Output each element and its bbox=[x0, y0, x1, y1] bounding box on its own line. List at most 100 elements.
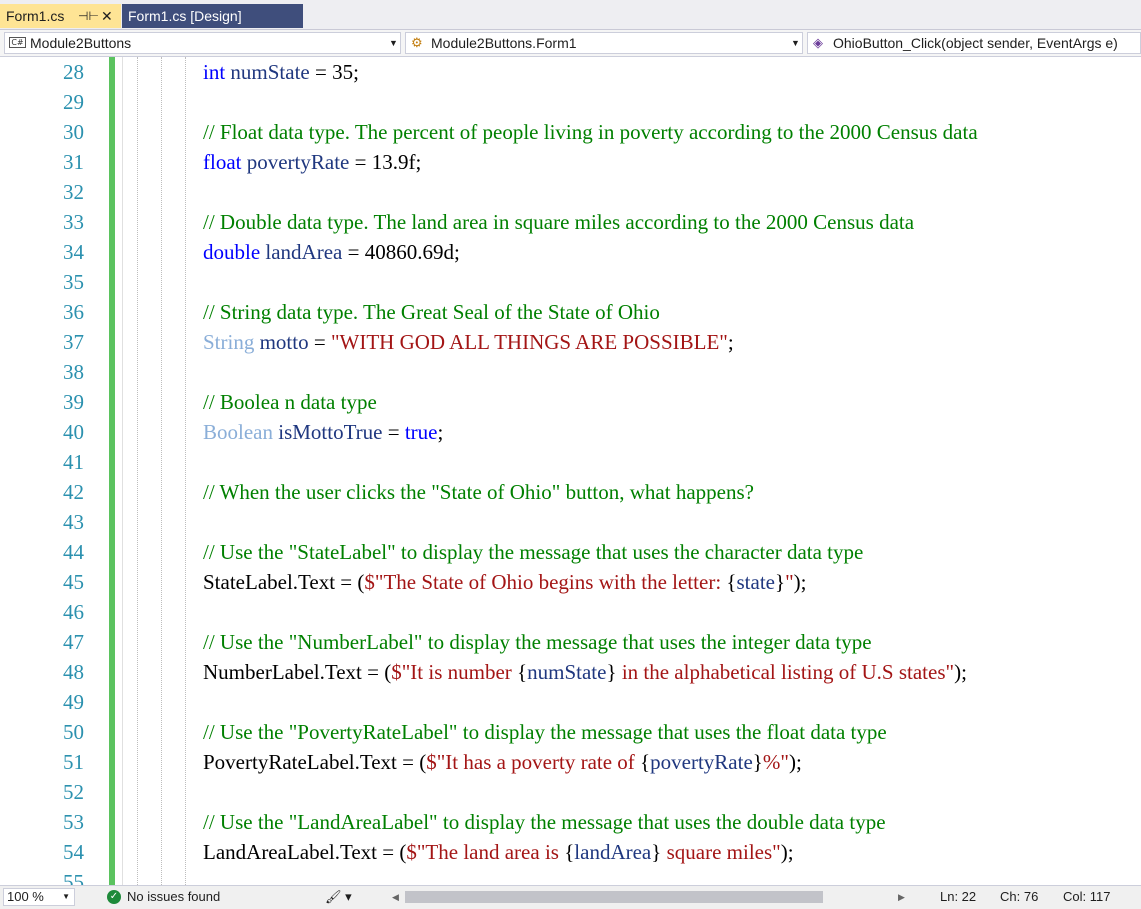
code-line[interactable]: 33 // Double data type. The land area in … bbox=[0, 207, 1141, 237]
code-line[interactable]: 46 bbox=[0, 597, 1141, 627]
code-token: int bbox=[203, 60, 226, 84]
line-number: 35 bbox=[63, 270, 84, 294]
pin-icon[interactable]: ⊣⊢ bbox=[78, 4, 99, 28]
code-line[interactable]: 47 // Use the "NumberLabel" to display th… bbox=[0, 627, 1141, 657]
code-token: ); bbox=[788, 750, 802, 774]
code-editor[interactable]: 28 int numState = 35; 29 30 // Float data ty… bbox=[0, 57, 1141, 885]
scroll-left-icon[interactable]: ◀ bbox=[392, 886, 399, 908]
line-number: 53 bbox=[63, 810, 84, 834]
code-text: // Use the "NumberLabel" to display the … bbox=[203, 627, 872, 657]
code-text: // Boolea n data type bbox=[203, 387, 377, 417]
code-line[interactable]: 48 NumberLabel.Text = ($"It is number {nu… bbox=[0, 657, 1141, 687]
line-number: 31 bbox=[63, 150, 84, 174]
code-line[interactable]: 42 // When the user clicks the "State of … bbox=[0, 477, 1141, 507]
class-dropdown[interactable]: ⚙ Module2Buttons.Form1 ▼ bbox=[405, 32, 803, 54]
line-number: 39 bbox=[63, 390, 84, 414]
code-token: ; bbox=[727, 330, 734, 354]
code-line[interactable]: 38 bbox=[0, 357, 1141, 387]
code-line[interactable]: 51 PovertyRateLabel.Text = ($"It has a po… bbox=[0, 747, 1141, 777]
char-indicator[interactable]: Ch: 76 bbox=[1000, 886, 1038, 908]
line-number: 50 bbox=[63, 720, 84, 744]
code-line[interactable]: 32 bbox=[0, 177, 1141, 207]
project-name: Module2Buttons bbox=[30, 35, 132, 51]
code-line[interactable]: 55 bbox=[0, 867, 1141, 885]
code-line[interactable]: 43 bbox=[0, 507, 1141, 537]
line-number: 47 bbox=[63, 630, 84, 654]
code-token: " bbox=[785, 570, 794, 594]
code-line[interactable]: 49 bbox=[0, 687, 1141, 717]
code-token: "WITH GOD ALL THINGS ARE POSSIBLE" bbox=[330, 330, 728, 354]
issues-label: No issues found bbox=[127, 889, 221, 904]
code-token: { bbox=[640, 750, 651, 774]
code-line[interactable]: 37 String motto = "WITH GOD ALL THINGS AR… bbox=[0, 327, 1141, 357]
code-token: StateLabel.Text = ( bbox=[203, 570, 365, 594]
code-text: // String data type. The Great Seal of t… bbox=[203, 297, 660, 327]
line-number: 34 bbox=[63, 240, 84, 264]
code-token: Boolean bbox=[203, 420, 273, 444]
zoom-dropdown[interactable]: 100 % ▼ bbox=[3, 888, 75, 906]
code-token: ); bbox=[793, 570, 807, 594]
line-indicator[interactable]: Ln: 22 bbox=[940, 886, 976, 908]
method-icon: ◈ bbox=[813, 35, 823, 50]
line-number: 46 bbox=[63, 600, 84, 624]
code-token: numState bbox=[527, 660, 607, 684]
class-name: Module2Buttons.Form1 bbox=[431, 35, 577, 51]
code-text: // Use the "LandAreaLabel" to display th… bbox=[203, 807, 886, 837]
column-indicator[interactable]: Col: 117 bbox=[1063, 886, 1110, 908]
code-token: } bbox=[606, 660, 617, 684]
line-number: 38 bbox=[63, 360, 84, 384]
code-token: // String data type. The Great Seal of t… bbox=[203, 300, 660, 324]
csharp-project-icon: C# bbox=[9, 37, 26, 48]
chevron-down-icon: ▼ bbox=[62, 892, 70, 901]
code-text: PovertyRateLabel.Text = ($"It has a pove… bbox=[203, 747, 802, 777]
code-token: = 13.9f; bbox=[349, 150, 422, 174]
code-text: int numState = 35; bbox=[203, 57, 359, 87]
code-token: } bbox=[774, 570, 786, 594]
code-token: in the alphabetical listing of U.S state… bbox=[616, 660, 955, 684]
code-line[interactable]: 31 float povertyRate = 13.9f; bbox=[0, 147, 1141, 177]
scroll-right-icon[interactable]: ▶ bbox=[898, 886, 905, 908]
code-cleanup-icon[interactable]: 🖌 ▾ bbox=[325, 886, 352, 908]
code-line[interactable]: 44 // Use the "StateLabel" to display the… bbox=[0, 537, 1141, 567]
line-number: 30 bbox=[63, 120, 84, 144]
code-token: NumberLabel.Text = ( bbox=[203, 660, 392, 684]
code-line[interactable]: 39 // Boolea n data type bbox=[0, 387, 1141, 417]
code-line[interactable]: 29 bbox=[0, 87, 1141, 117]
code-text: Boolean isMottoTrue = true; bbox=[203, 417, 443, 447]
check-circle-icon: ✓ bbox=[107, 890, 121, 904]
chevron-down-icon: ▼ bbox=[791, 38, 800, 48]
code-line[interactable]: 28 int numState = 35; bbox=[0, 57, 1141, 87]
tab-form1-cs[interactable]: Form1.cs ⊣⊢ ✕ bbox=[0, 4, 121, 28]
code-token: // Float data type. The percent of peopl… bbox=[203, 120, 978, 144]
code-line[interactable]: 30 // Float data type. The percent of peo… bbox=[0, 117, 1141, 147]
code-line[interactable]: 41 bbox=[0, 447, 1141, 477]
code-line[interactable]: 53 // Use the "LandAreaLabel" to display … bbox=[0, 807, 1141, 837]
line-number: 44 bbox=[63, 540, 84, 564]
code-token: } bbox=[752, 750, 763, 774]
code-token: landArea bbox=[265, 240, 343, 264]
project-dropdown[interactable]: C# Module2Buttons ▼ bbox=[4, 32, 401, 54]
code-text: // Float data type. The percent of peopl… bbox=[203, 117, 978, 147]
code-line[interactable]: 40 Boolean isMottoTrue = true; bbox=[0, 417, 1141, 447]
code-text: // When the user clicks the "State of Oh… bbox=[203, 477, 754, 507]
code-line[interactable]: 36 // String data type. The Great Seal of… bbox=[0, 297, 1141, 327]
member-dropdown[interactable]: ◈ OhioButton_Click(object sender, EventA… bbox=[807, 32, 1141, 54]
code-token: $"It has a poverty rate of bbox=[426, 750, 641, 774]
code-token: // When the user clicks the "State of Oh… bbox=[203, 480, 754, 504]
close-icon[interactable]: ✕ bbox=[101, 4, 113, 28]
horizontal-scrollbar[interactable] bbox=[405, 891, 823, 903]
code-line[interactable]: 54 LandAreaLabel.Text = ($"The land area … bbox=[0, 837, 1141, 867]
code-line[interactable]: 50 // Use the "PovertyRateLabel" to displ… bbox=[0, 717, 1141, 747]
code-line[interactable]: 52 bbox=[0, 777, 1141, 807]
tab-form1-design[interactable]: Form1.cs [Design] bbox=[122, 4, 303, 28]
code-line[interactable]: 34 double landArea = 40860.69d; bbox=[0, 237, 1141, 267]
code-token: state bbox=[736, 570, 775, 594]
code-token: // Use the "StateLabel" to display the m… bbox=[203, 540, 864, 564]
code-token: = 35; bbox=[309, 60, 359, 84]
code-line[interactable]: 45 StateLabel.Text = ($"The State of Ohio… bbox=[0, 567, 1141, 597]
document-tab-strip: Form1.cs ⊣⊢ ✕ Form1.cs [Design] bbox=[0, 0, 1141, 30]
code-token: { bbox=[564, 840, 575, 864]
code-line[interactable]: 35 bbox=[0, 267, 1141, 297]
code-text: float povertyRate = 13.9f; bbox=[203, 147, 421, 177]
code-token: = bbox=[308, 330, 331, 354]
